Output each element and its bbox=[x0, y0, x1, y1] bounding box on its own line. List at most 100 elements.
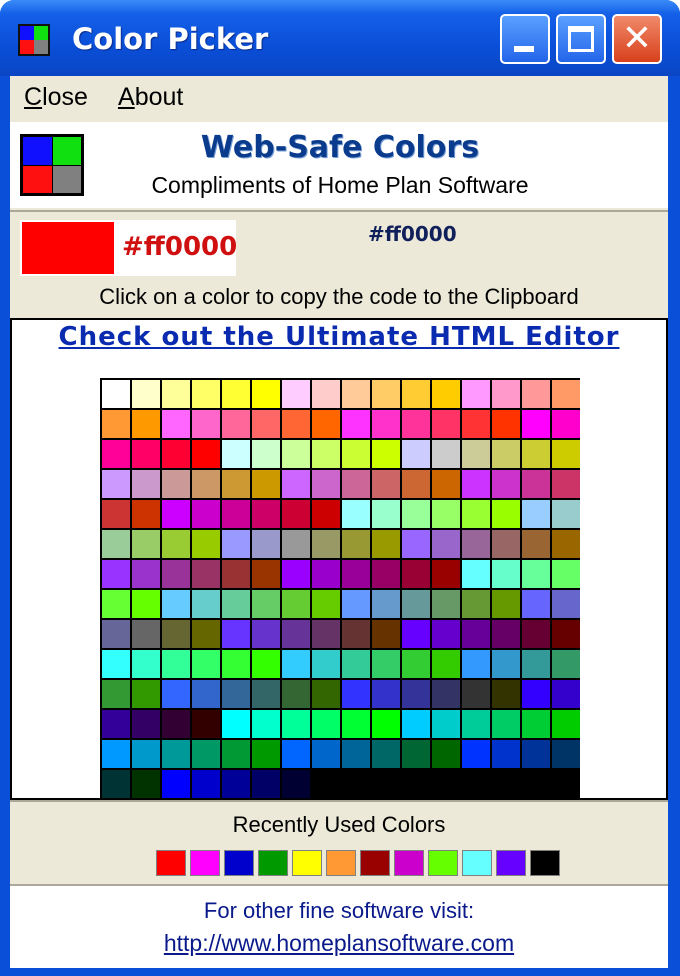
color-swatch[interactable] bbox=[252, 410, 280, 438]
color-swatch[interactable] bbox=[162, 680, 190, 708]
color-swatch[interactable] bbox=[132, 560, 160, 588]
color-swatch[interactable] bbox=[522, 560, 550, 588]
color-swatch[interactable] bbox=[402, 470, 430, 498]
color-swatch[interactable] bbox=[342, 590, 370, 618]
color-swatch[interactable] bbox=[252, 590, 280, 618]
color-swatch[interactable] bbox=[492, 650, 520, 678]
color-swatch[interactable] bbox=[552, 770, 580, 798]
title-bar[interactable]: Color Picker ✕ bbox=[0, 0, 680, 76]
color-swatch[interactable] bbox=[252, 500, 280, 528]
color-swatch[interactable] bbox=[372, 500, 400, 528]
color-swatch[interactable] bbox=[282, 440, 310, 468]
color-swatch[interactable] bbox=[552, 590, 580, 618]
color-swatch[interactable] bbox=[402, 590, 430, 618]
footer-link[interactable]: http://www.homeplansoftware.com bbox=[10, 930, 668, 957]
color-swatch[interactable] bbox=[102, 770, 130, 798]
color-swatch[interactable] bbox=[312, 770, 340, 798]
menu-close[interactable]: Close bbox=[24, 83, 88, 112]
color-swatch[interactable] bbox=[522, 770, 550, 798]
color-swatch[interactable] bbox=[222, 500, 250, 528]
color-swatch[interactable] bbox=[252, 680, 280, 708]
color-swatch[interactable] bbox=[552, 440, 580, 468]
color-swatch[interactable] bbox=[402, 410, 430, 438]
color-swatch[interactable] bbox=[402, 740, 430, 768]
color-swatch[interactable] bbox=[462, 440, 490, 468]
color-swatch[interactable] bbox=[162, 500, 190, 528]
color-swatch[interactable] bbox=[552, 530, 580, 558]
color-swatch[interactable] bbox=[132, 530, 160, 558]
color-swatch[interactable] bbox=[192, 680, 220, 708]
recent-color-swatch[interactable] bbox=[156, 850, 186, 876]
maximize-button[interactable] bbox=[556, 14, 606, 64]
color-swatch[interactable] bbox=[462, 710, 490, 738]
color-swatch[interactable] bbox=[132, 740, 160, 768]
color-swatch[interactable] bbox=[162, 560, 190, 588]
color-swatch[interactable] bbox=[102, 590, 130, 618]
color-swatch[interactable] bbox=[222, 380, 250, 408]
color-swatch[interactable] bbox=[312, 620, 340, 648]
color-swatch[interactable] bbox=[522, 710, 550, 738]
minimize-button[interactable] bbox=[500, 14, 550, 64]
color-swatch[interactable] bbox=[492, 590, 520, 618]
color-swatch[interactable] bbox=[282, 710, 310, 738]
color-swatch[interactable] bbox=[282, 650, 310, 678]
color-swatch[interactable] bbox=[492, 740, 520, 768]
color-swatch[interactable] bbox=[312, 470, 340, 498]
color-swatch[interactable] bbox=[282, 770, 310, 798]
color-swatch[interactable] bbox=[372, 710, 400, 738]
color-swatch[interactable] bbox=[192, 530, 220, 558]
color-swatch[interactable] bbox=[312, 410, 340, 438]
color-swatch[interactable] bbox=[312, 530, 340, 558]
color-swatch[interactable] bbox=[462, 380, 490, 408]
color-swatch[interactable] bbox=[252, 650, 280, 678]
color-swatch[interactable] bbox=[312, 710, 340, 738]
color-swatch[interactable] bbox=[102, 680, 130, 708]
color-swatch[interactable] bbox=[252, 380, 280, 408]
color-swatch[interactable] bbox=[432, 380, 460, 408]
color-swatch[interactable] bbox=[522, 590, 550, 618]
color-swatch[interactable] bbox=[192, 440, 220, 468]
color-swatch[interactable] bbox=[492, 380, 520, 408]
color-swatch[interactable] bbox=[282, 410, 310, 438]
color-swatch[interactable] bbox=[222, 770, 250, 798]
color-swatch[interactable] bbox=[252, 560, 280, 588]
color-swatch[interactable] bbox=[162, 620, 190, 648]
color-swatch[interactable] bbox=[282, 620, 310, 648]
color-swatch[interactable] bbox=[192, 380, 220, 408]
color-swatch[interactable] bbox=[492, 560, 520, 588]
menu-about[interactable]: About bbox=[118, 83, 183, 112]
color-swatch[interactable] bbox=[462, 530, 490, 558]
color-swatch[interactable] bbox=[192, 650, 220, 678]
color-swatch[interactable] bbox=[402, 380, 430, 408]
color-swatch[interactable] bbox=[462, 740, 490, 768]
color-swatch[interactable] bbox=[312, 560, 340, 588]
recent-color-swatch[interactable] bbox=[326, 850, 356, 876]
color-swatch[interactable] bbox=[372, 470, 400, 498]
color-swatch[interactable] bbox=[522, 500, 550, 528]
color-swatch[interactable] bbox=[342, 770, 370, 798]
color-swatch[interactable] bbox=[192, 620, 220, 648]
color-swatch[interactable] bbox=[192, 770, 220, 798]
color-swatch[interactable] bbox=[162, 470, 190, 498]
color-swatch[interactable] bbox=[462, 620, 490, 648]
color-swatch[interactable] bbox=[162, 710, 190, 738]
color-swatch[interactable] bbox=[492, 440, 520, 468]
color-swatch[interactable] bbox=[252, 770, 280, 798]
color-swatch[interactable] bbox=[342, 680, 370, 708]
color-swatch[interactable] bbox=[282, 380, 310, 408]
color-swatch[interactable] bbox=[402, 530, 430, 558]
color-swatch[interactable] bbox=[432, 680, 460, 708]
color-swatch[interactable] bbox=[402, 710, 430, 738]
color-swatch[interactable] bbox=[102, 710, 130, 738]
color-swatch[interactable] bbox=[402, 680, 430, 708]
color-swatch[interactable] bbox=[102, 740, 130, 768]
color-swatch[interactable] bbox=[132, 410, 160, 438]
color-swatch[interactable] bbox=[342, 500, 370, 528]
color-swatch[interactable] bbox=[162, 650, 190, 678]
color-swatch[interactable] bbox=[192, 710, 220, 738]
color-swatch[interactable] bbox=[282, 560, 310, 588]
color-swatch[interactable] bbox=[102, 380, 130, 408]
color-swatch[interactable] bbox=[342, 560, 370, 588]
color-swatch[interactable] bbox=[342, 740, 370, 768]
color-swatch[interactable] bbox=[402, 500, 430, 528]
